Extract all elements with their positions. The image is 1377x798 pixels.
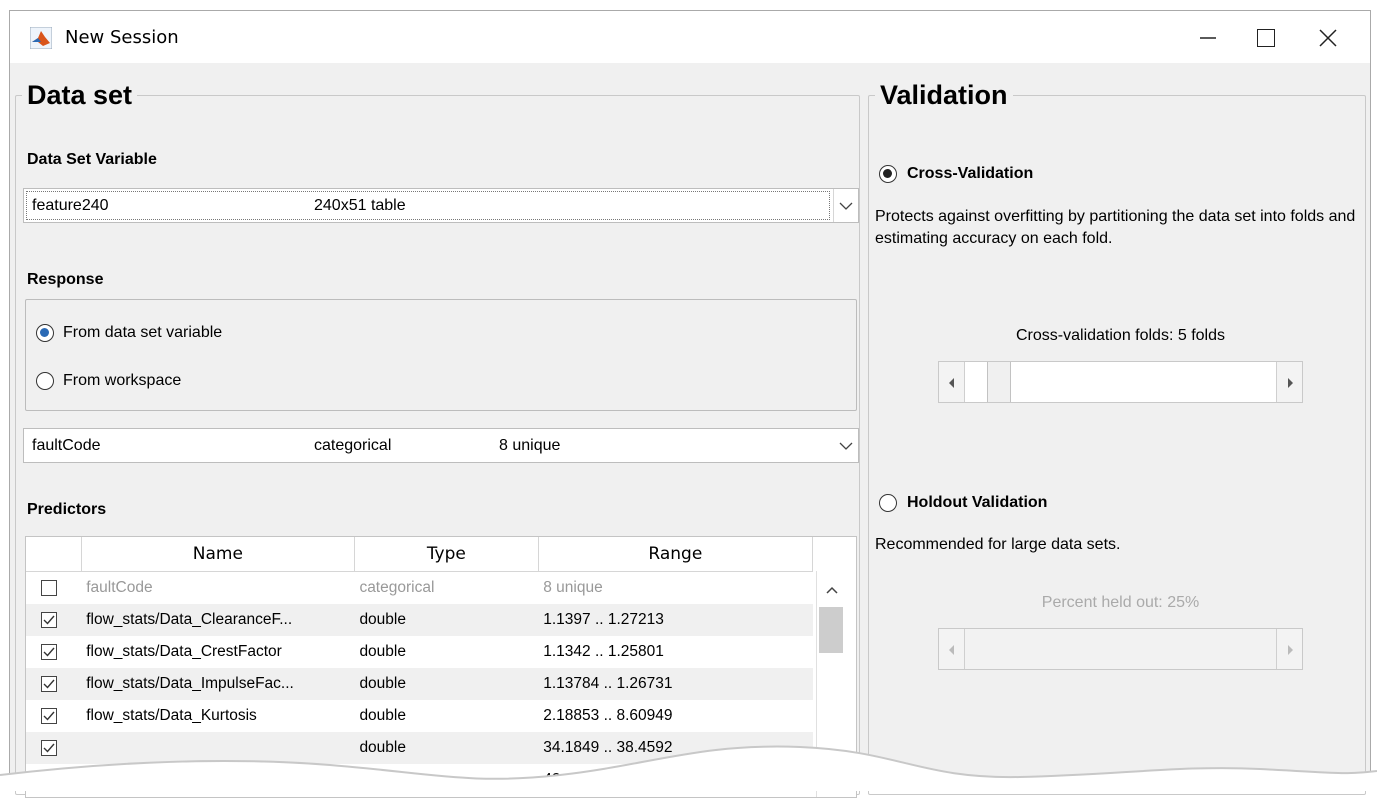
dropdown-arrow[interactable] <box>833 189 858 222</box>
predictor-range: 1.13784 .. 1.26731 <box>538 668 813 700</box>
cross-validation-radio[interactable] <box>879 165 897 183</box>
predictor-name: flow_stats/Data_Kurtosis <box>81 700 355 732</box>
table-row[interactable]: flow_stats/Data_Kurtosis double 2.18853 … <box>26 700 813 732</box>
table-row[interactable]: flow_stats/Data_ImpulseFac... double 1.1… <box>26 668 813 700</box>
scroll-up-icon[interactable] <box>825 585 839 595</box>
caret-left-icon <box>949 645 954 655</box>
row-checkbox-cell[interactable] <box>26 700 82 732</box>
validation-group: Validation <box>868 80 1366 795</box>
predictor-name: flow_stats/Data_ClearanceF... <box>81 604 355 636</box>
table-row[interactable]: flow_stats/Data_CrestFactor double 1.134… <box>26 636 813 668</box>
cross-validation-description: Protects against overfitting by partitio… <box>875 208 1356 247</box>
row-checkbox-cell[interactable] <box>26 571 82 604</box>
slider-increment-button[interactable] <box>1276 629 1302 669</box>
window-title: New Session <box>65 27 179 48</box>
checkmark-icon <box>43 647 55 657</box>
predictor-name: flow_stats/Data_ImpulseFac... <box>81 668 355 700</box>
close-icon <box>1319 29 1337 47</box>
dropdown-arrow[interactable] <box>834 429 858 462</box>
variable-info: 240x51 table <box>314 197 406 214</box>
cross-validation-folds-label: Cross-validation folds: 5 folds <box>1016 327 1225 344</box>
response-type: categorical <box>314 437 392 454</box>
column-header-type[interactable]: Type <box>354 537 539 572</box>
minimize-icon <box>1200 37 1216 39</box>
caret-left-icon <box>949 378 954 388</box>
checkbox-checked[interactable] <box>41 644 57 660</box>
caret-right-icon <box>1288 378 1293 388</box>
table-header: Name Type Range <box>26 537 814 572</box>
data-set-variable-label: Data Set Variable <box>27 151 157 168</box>
focus-outline <box>26 191 830 220</box>
from-workspace-label[interactable]: From workspace <box>63 372 181 390</box>
chevron-down-icon <box>839 202 853 210</box>
predictor-type: double <box>354 700 539 732</box>
matlab-icon <box>30 27 52 49</box>
response-info: 8 unique <box>499 437 561 454</box>
predictor-type: double <box>354 636 539 668</box>
checkbox-checked[interactable] <box>41 676 57 692</box>
table-row[interactable]: flow_stats/Data_ClearanceF... double 1.1… <box>26 604 813 636</box>
from-workspace-radio[interactable] <box>36 372 54 390</box>
predictor-name: faultCode <box>81 571 355 604</box>
from-data-set-variable-label[interactable]: From data set variable <box>63 324 222 342</box>
dataset-legend: Data set <box>22 80 138 111</box>
data-set-variable-dropdown[interactable]: feature240 240x51 table <box>23 188 859 223</box>
slider-decrement-button[interactable] <box>939 629 965 669</box>
title-bar: New Session <box>10 11 1370 63</box>
row-checkbox-cell[interactable] <box>26 668 82 700</box>
maximize-button[interactable] <box>1238 19 1294 55</box>
checkbox-checked[interactable] <box>41 708 57 724</box>
checkmark-icon <box>43 615 55 625</box>
response-variable-dropdown[interactable]: faultCode categorical 8 unique <box>23 428 859 463</box>
slider-thumb[interactable] <box>987 362 1011 402</box>
checkmark-icon <box>43 711 55 721</box>
scrollbar-thumb[interactable] <box>819 607 843 653</box>
cross-validation-folds-slider[interactable] <box>938 361 1303 403</box>
minimize-button[interactable] <box>1180 19 1236 55</box>
response-label: Response <box>27 271 104 288</box>
predictor-range: 8 unique <box>538 571 813 604</box>
holdout-description: Recommended for large data sets. <box>875 536 1121 553</box>
maximize-icon <box>1257 29 1275 48</box>
predictors-label: Predictors <box>27 501 107 518</box>
variable-name: feature240 <box>32 197 109 214</box>
checkmark-icon <box>43 679 55 689</box>
holdout-validation-radio[interactable] <box>879 494 897 512</box>
table-row[interactable]: faultCode categorical 8 unique <box>26 571 813 604</box>
response-name: faultCode <box>32 437 101 454</box>
predictor-type: double <box>354 604 539 636</box>
slider-increment-button[interactable] <box>1276 362 1302 402</box>
new-session-window: New Session Data set Data Set Variable f… <box>9 10 1371 798</box>
chevron-down-icon <box>839 442 853 450</box>
validation-legend: Validation <box>875 80 1013 111</box>
caret-right-icon <box>1288 645 1293 655</box>
cross-validation-label[interactable]: Cross-Validation <box>907 165 1033 183</box>
predictor-name: flow_stats/Data_CrestFactor <box>81 636 355 668</box>
slider-decrement-button[interactable] <box>939 362 965 402</box>
checkbox[interactable] <box>41 580 57 596</box>
holdout-validation-label[interactable]: Holdout Validation <box>907 494 1047 512</box>
response-group <box>25 299 857 411</box>
torn-edge-decoration <box>0 745 1377 791</box>
predictor-type: double <box>354 668 539 700</box>
predictor-range: 1.1342 .. 1.25801 <box>538 636 813 668</box>
column-header-name[interactable]: Name <box>81 537 355 572</box>
row-checkbox-cell[interactable] <box>26 636 82 668</box>
from-data-set-variable-radio[interactable] <box>36 324 54 342</box>
row-checkbox-cell[interactable] <box>26 604 82 636</box>
percent-held-out-label: Percent held out: 25% <box>1041 594 1200 611</box>
predictor-range: 2.18853 .. 8.60949 <box>538 700 813 732</box>
column-header-check <box>26 537 82 572</box>
column-header-range[interactable]: Range <box>538 537 814 572</box>
predictor-type: categorical <box>354 571 539 604</box>
percent-held-out-slider[interactable] <box>938 628 1303 670</box>
close-button[interactable] <box>1300 19 1356 55</box>
checkbox-checked[interactable] <box>41 612 57 628</box>
predictor-range: 1.1397 .. 1.27213 <box>538 604 813 636</box>
